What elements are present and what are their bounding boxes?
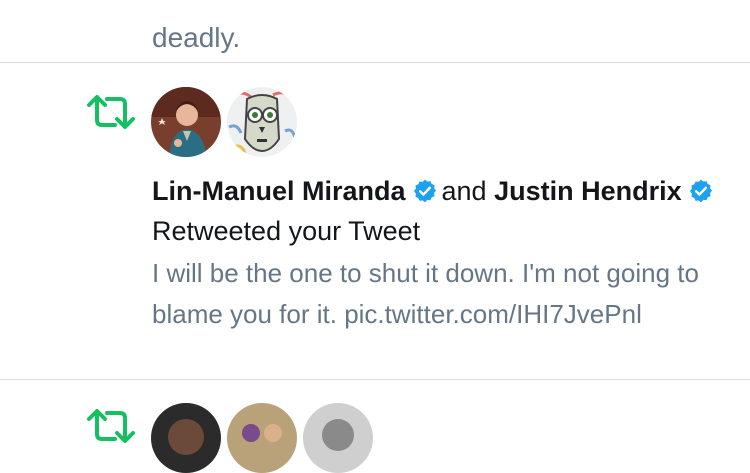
divider (0, 62, 750, 63)
action-text: Retweeted your Tweet (152, 216, 421, 246)
divider (0, 379, 750, 380)
avatar-justin-hendrix[interactable] (227, 87, 297, 157)
actor-name[interactable]: Lin-Manuel Miranda (152, 176, 406, 206)
avatar[interactable] (227, 403, 297, 473)
verified-badge-icon (413, 179, 436, 203)
avatar[interactable] (151, 403, 221, 473)
verified-badge-icon (689, 179, 712, 203)
previous-tweet-text: deadly. (152, 22, 241, 53)
notification-title: Lin-Manuel Miranda and Justin Hendrix Retw… (152, 171, 732, 251)
avatar[interactable] (303, 403, 373, 473)
retweet-icon (87, 409, 135, 443)
actor-name[interactable]: Justin Hendrix (494, 176, 682, 206)
avatar-lin-manuel-miranda[interactable] (151, 87, 221, 157)
connector-text: and (441, 176, 487, 206)
tweet-text[interactable]: I will be the one to shut it down. I'm n… (152, 253, 732, 335)
retweet-icon (87, 95, 135, 129)
